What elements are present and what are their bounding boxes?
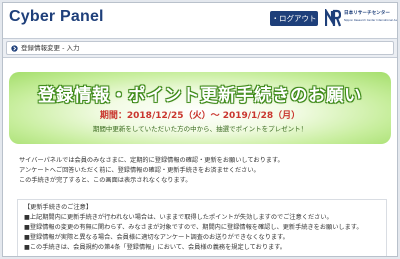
notice-heading: 【更新手続きのご注意】	[24, 204, 93, 211]
intro-line: サイバーパネルでは会員のみなさまに、定期的に登録情報の確認・更新をお願いしており…	[19, 157, 284, 164]
intro-text: サイバーパネルでは会員のみなさまに、定期的に登録情報の確認・更新をお願いしており…	[19, 156, 389, 186]
banner-period: 期間：2018/12/25（火）～ 2019/1/28（月）	[99, 111, 301, 121]
notice-item: ■登録情報が実際と異なる場合、会員様に適切なアンケート調査のお送りができなくなり…	[24, 234, 289, 241]
notice-item: ■登録情報の変更の有無に関わらず、みなさまが対象ですので、期間内に登録情報を確認…	[24, 224, 363, 231]
header: Cyber Panel ・ログアウト 日本リサーチセンター Nippon Res…	[3, 3, 397, 35]
org-name: 日本リサーチセンター	[344, 11, 390, 16]
nr-logo-icon	[325, 9, 341, 27]
breadcrumb: 登録情報変更 - 入力	[6, 41, 394, 55]
notice-box: 【更新手続きのご注意】 ■上記期間内に更新手続きが行われない場合は、いままで取得…	[17, 199, 387, 256]
notice-item: ■上記期間内に更新手続きが行われない場合は、いままで取得したポイントが失効します…	[24, 214, 333, 221]
campaign-banner: 登録情報・ポイント更新手続きのお願い 期間：2018/12/25（火）～ 201…	[9, 72, 391, 144]
org-subtitle: Nippon Research Center International Ass…	[344, 19, 397, 22]
banner-note: 期間中更新をしていただいた方の中から、抽選でポイントをプレゼント！	[92, 125, 308, 133]
breadcrumb-bar: 登録情報変更 - 入力	[3, 38, 397, 58]
notice-item: ■この手続きは、会員規約の第4条「登録情報」において、会員様の義務を規定しており…	[24, 244, 286, 251]
page-frame: Cyber Panel ・ログアウト 日本リサーチセンター Nippon Res…	[2, 2, 398, 257]
banner-title: 登録情報・ポイント更新手続きのお願い	[38, 86, 362, 106]
breadcrumb-text: 登録情報変更 - 入力	[21, 44, 80, 52]
intro-line: アンケートへご回答いただく前に、登録情報の確認・更新手続きをお済ませください。	[19, 167, 260, 174]
arrow-circle-icon	[11, 45, 18, 52]
intro-line: この手続きが完了すると、この画面は表示されなくなります。	[19, 177, 192, 184]
app-logo[interactable]: Cyber Panel	[9, 8, 104, 26]
logout-button[interactable]: ・ログアウト	[270, 11, 318, 26]
